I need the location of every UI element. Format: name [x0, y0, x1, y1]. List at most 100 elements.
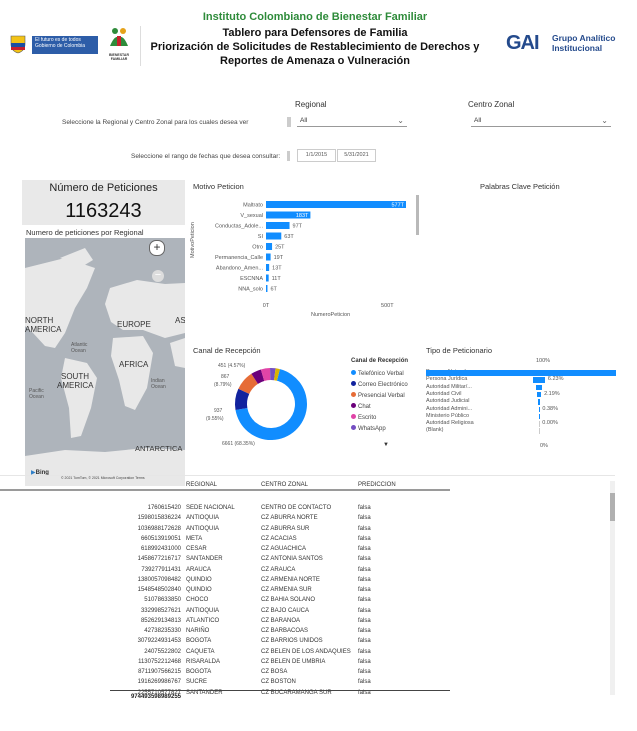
- tipo-bar[interactable]: [538, 406, 540, 412]
- table-row[interactable]: 42738235330 NARIÑO CZ BARBACOAS falsa: [108, 626, 398, 636]
- table-row[interactable]: 852629134813 ATLANTICO CZ BARANOA falsa: [108, 616, 398, 626]
- legend-item[interactable]: Telefónico Verbal: [351, 369, 431, 380]
- motivo-bar[interactable]: [266, 232, 282, 240]
- kpi-card: Número de Peticiones 1163243: [22, 180, 185, 225]
- table-cell-prediccion: falsa: [358, 576, 371, 583]
- table-cell-count: 1598015836224: [137, 515, 181, 522]
- table-row[interactable]: 8711907566215 BOGOTA CZ BOSA falsa: [108, 667, 398, 677]
- map-label-small: Indian Ocean: [151, 378, 166, 390]
- tipo-bar[interactable]: [539, 428, 540, 434]
- legend-label: Presencial Verbal: [358, 393, 405, 399]
- table-row[interactable]: 1380057098482 QUINDIO CZ ARMENIA NORTE fals…: [108, 575, 398, 585]
- table-cell-regional: ANTIOQUIA: [186, 607, 220, 614]
- tipo-bar[interactable]: [533, 377, 545, 383]
- table-cell-regional: RISARALDA: [186, 658, 221, 665]
- table-row[interactable]: 3079224931453 BOGOTA CZ BARRIOS UNIDOS fals…: [108, 636, 398, 646]
- tipo-bar[interactable]: [536, 391, 542, 398]
- regional-dropdown[interactable]: All ⌄: [297, 115, 407, 127]
- table-row[interactable]: 332998527621 ANTIOQUIA CZ BAJO CAUCA falsa: [108, 606, 398, 616]
- motivo-bar[interactable]: [266, 222, 290, 229]
- table-cell-prediccion: falsa: [358, 556, 371, 563]
- shield-icon: [10, 35, 26, 54]
- centro-dropdown[interactable]: All ⌄: [471, 115, 611, 127]
- table-row[interactable]: 739277911431 ARAUCA CZ ARAUCA falsa: [108, 565, 398, 575]
- table-row[interactable]: 1036988172628 ANTIOQUIA CZ ABURRA SUR falsa: [108, 524, 398, 534]
- map-title: Numero de peticiones por Regional: [26, 228, 144, 237]
- legend-item[interactable]: Escrito: [351, 413, 431, 424]
- table-scrollbar-track[interactable]: [610, 481, 615, 695]
- world-map[interactable]: NORTH AMERICA EUROPE AFRICA SOUTH AMERIC…: [25, 238, 185, 486]
- legend-item[interactable]: Correo Electrónico: [351, 380, 431, 391]
- table-cell-centro: CZ BELEN DE UMBRIA: [261, 658, 326, 665]
- table-row[interactable]: 1598015836224 ANTIOQUIA CZ ABURRA NORTE fal…: [108, 513, 398, 523]
- table-row[interactable]: 51078633850 CHOCO CZ BAHIA SOLANO falsa: [108, 595, 398, 605]
- tipo-bar[interactable]: [539, 421, 540, 427]
- date-to-input[interactable]: 5/31/2021: [337, 149, 376, 162]
- tipo-bar[interactable]: [535, 384, 543, 391]
- zoom-out-button[interactable]: −: [152, 270, 164, 282]
- chevron-down-icon: ⌄: [397, 116, 404, 125]
- canal-legend-title: Canal de Recepción: [351, 358, 409, 364]
- motivo-bar[interactable]: [266, 274, 269, 282]
- table-row[interactable]: 1760615420 SEDE NACIONAL CENTRO DE CONTACT…: [108, 503, 398, 513]
- canal-donut-chart[interactable]: [233, 366, 309, 442]
- icbf-logo: BIENESTAR FAMILIAR: [108, 26, 130, 61]
- table-row[interactable]: 24075522802 CAQUETA CZ BELEN DE LOS ANDAQU…: [108, 647, 398, 657]
- table-cell-centro: CZ BOSTON: [261, 679, 296, 686]
- map-label: ANTARCTICA: [135, 444, 183, 453]
- table-cell-regional: BOGOTA: [186, 638, 212, 645]
- canal-title: Canal de Recepción: [193, 346, 261, 355]
- motivo-bar-chart[interactable]: Maltrato 577T V_sexual 183T Conductas_Adole.…: [195, 194, 425, 324]
- table-scrollbar-thumb[interactable]: [610, 493, 615, 521]
- table-cell-prediccion: falsa: [358, 505, 371, 511]
- table-row[interactable]: 660513919051 META CZ ACACIAS falsa: [108, 534, 398, 544]
- date-from-input[interactable]: 1/1/2015: [297, 149, 336, 162]
- table-row[interactable]: 1458677216717 SANTANDER CZ ANTONIA SANTOS f…: [108, 554, 398, 564]
- table-cell-count: 8711907566215: [138, 669, 181, 675]
- table-row[interactable]: 1916269986767 SUCRE CZ BOSTON falsa: [108, 677, 398, 687]
- legend-item[interactable]: Chat: [351, 402, 431, 413]
- tipo-bar[interactable]: [538, 399, 540, 405]
- centro-dropdown-value: All: [474, 117, 482, 124]
- legend-dot-icon: [351, 381, 356, 386]
- table-cell-count: 1380057098482: [137, 576, 181, 583]
- motivo-x-tick: 500T: [381, 303, 394, 309]
- motivo-bar[interactable]: [266, 201, 406, 208]
- motivo-bar[interactable]: [266, 264, 270, 271]
- motivo-scrollbar[interactable]: [416, 195, 419, 235]
- tipo-bar[interactable]: [538, 413, 540, 420]
- motivo-value-label: 577T: [391, 203, 404, 209]
- table-row[interactable]: 618992431000 CESAR CZ AGUACHICA falsa: [108, 544, 398, 554]
- motivo-bar[interactable]: [266, 285, 268, 292]
- tipo-bar[interactable]: [426, 370, 616, 376]
- tipo-category-label: Autoridad Religiosa: [426, 420, 474, 427]
- motivo-bar[interactable]: [266, 253, 271, 261]
- gai-logo-text-1: Grupo Analítico: [552, 33, 616, 43]
- table-cell-count: 1760615420: [147, 505, 181, 511]
- table-row[interactable]: 1130752212468 RISARALDA CZ BELEN DE UMBRIA…: [108, 657, 398, 667]
- zoom-in-button[interactable]: +: [149, 240, 165, 256]
- donut-label: 867: [221, 374, 230, 380]
- motivo-value-label: 11T: [272, 276, 282, 282]
- table-cell-prediccion: falsa: [358, 607, 371, 614]
- legend-item[interactable]: Presencial Verbal: [351, 391, 431, 402]
- map-label: AFRICA: [119, 360, 149, 369]
- motivo-bar[interactable]: [266, 243, 273, 250]
- table-row[interactable]: 1548548502840 QUINDIO CZ ARMENIA SUR falsa: [108, 585, 398, 595]
- motivo-category-label: V_sexual: [240, 213, 263, 219]
- palabras-title: Palabras Clave Petición: [480, 182, 560, 191]
- table-cell-centro: CZ ARMENIA NORTE: [261, 576, 320, 583]
- tipo-value-label: 0.38%: [542, 405, 558, 412]
- motivo-x-tick: 0T: [263, 303, 270, 309]
- legend-scroll-down-icon[interactable]: ▼: [383, 442, 389, 448]
- motivo-value-label: 183T: [296, 213, 309, 219]
- table-cell-count: 1036988172628: [137, 525, 181, 532]
- map-label-small: Pacific Ocean: [29, 388, 44, 400]
- legend-item[interactable]: WhatsApp: [351, 424, 431, 435]
- data-table[interactable]: REGIONAL CENTRO ZONAL PREDICCION 1760615…: [108, 478, 398, 708]
- legend-dot-icon: [351, 403, 356, 408]
- table-cell-regional: QUINDIO: [186, 587, 212, 593]
- legend-dot-icon: [351, 414, 356, 419]
- table-cell-prediccion: falsa: [358, 679, 371, 686]
- tipo-funnel-chart[interactable]: Persona NaturalPersona Jurídica6.23%Auto…: [426, 369, 616, 440]
